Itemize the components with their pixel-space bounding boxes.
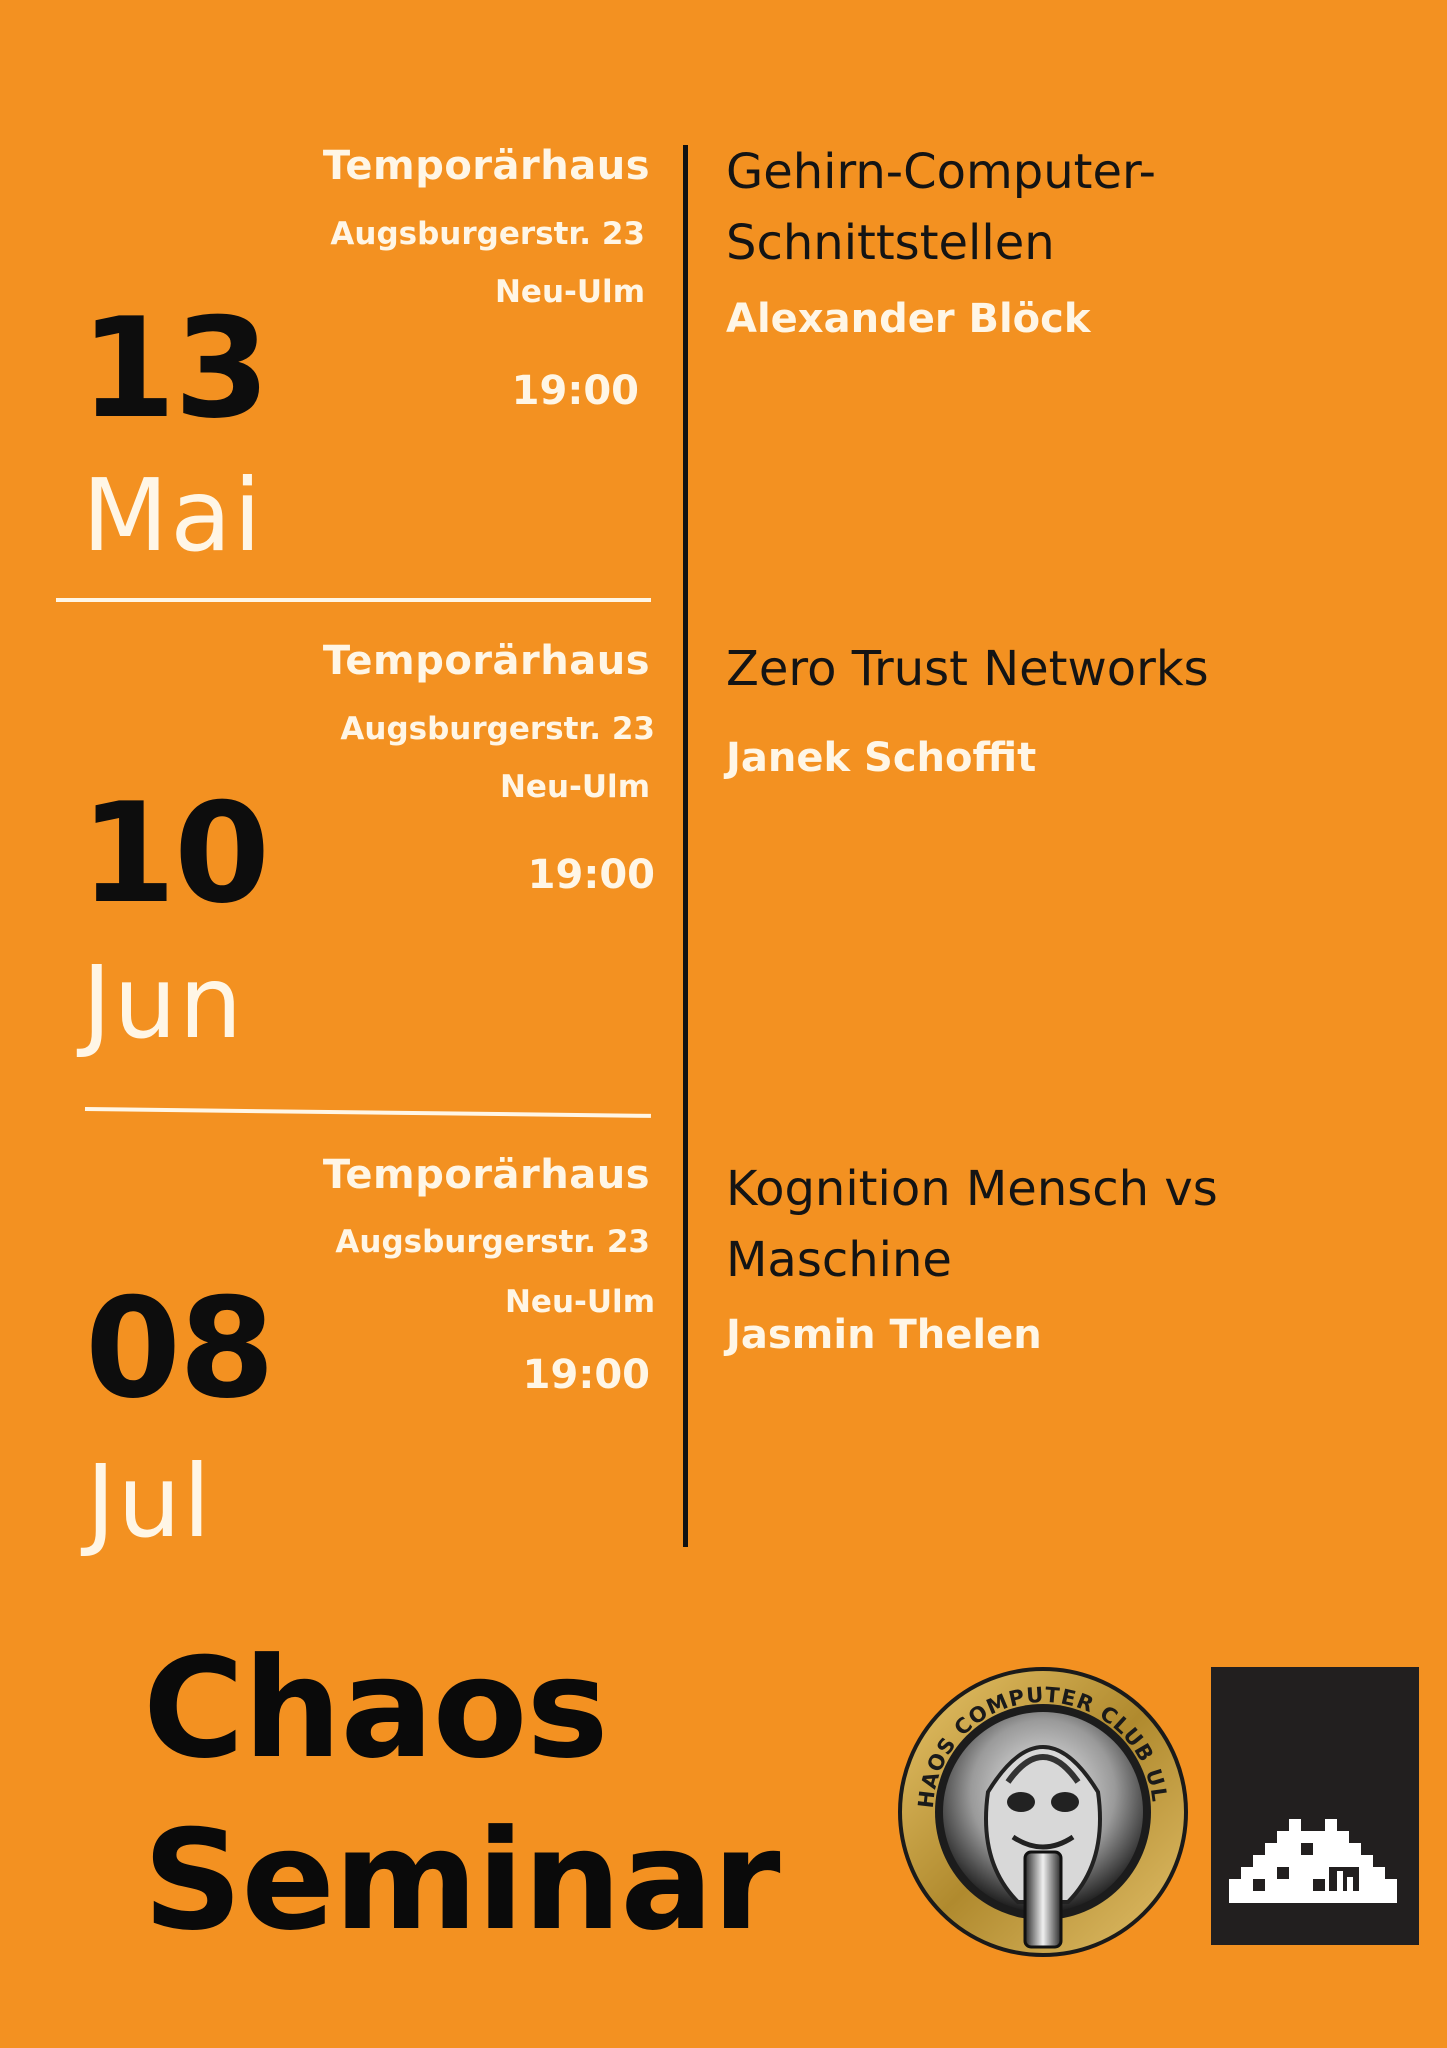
- horizontal-divider: [56, 598, 651, 602]
- event-time: 19:00: [511, 368, 639, 414]
- event-day: 10: [80, 773, 270, 934]
- event-time: 19:00: [527, 852, 655, 898]
- footer-title-line1: Chaos: [143, 1628, 609, 1789]
- event-city: Neu-Ulm: [494, 274, 645, 310]
- poster: Temporärhaus Augsburgerstr. 23 Neu-Ulm 1…: [0, 0, 1447, 2048]
- event-city: Neu-Ulm: [504, 1284, 655, 1320]
- event-street: Augsburgerstr. 23: [335, 1224, 650, 1260]
- vertical-divider: [683, 145, 688, 1547]
- pixel-logo: [1211, 1667, 1419, 1945]
- event-speaker: Janek Schoffit: [726, 735, 1037, 781]
- event-speaker: Jasmin Thelen: [726, 1312, 1042, 1358]
- event-venue: Temporärhaus: [322, 143, 650, 189]
- event-street: Augsburgerstr. 23: [340, 711, 655, 747]
- pixel-pyramid-icon: [1229, 1819, 1397, 1903]
- event-month: Mai: [82, 457, 264, 574]
- event-venue: Temporärhaus: [322, 638, 650, 684]
- event-street: Augsburgerstr. 23: [330, 216, 645, 252]
- event-speaker: Alexander Blöck: [726, 296, 1091, 342]
- event-title: Kognition Mensch vs Maschine: [726, 1161, 1218, 1288]
- event-city: Neu-Ulm: [499, 769, 650, 805]
- event-venue: Temporärhaus: [322, 1152, 650, 1198]
- ccc-ulm-logo: CHAOS COMPUTER CLUB ULM: [893, 1662, 1188, 1957]
- event-title: Zero Trust Networks: [726, 641, 1209, 697]
- event-month: Jul: [86, 1443, 213, 1560]
- event-day: 13: [80, 288, 270, 449]
- event-title: Gehirn-Computer-Schnittstellen: [726, 144, 1156, 271]
- event-day: 08: [85, 1268, 275, 1429]
- event-month: Jun: [82, 944, 245, 1061]
- horizontal-divider: [84, 1107, 651, 1118]
- event-time: 19:00: [522, 1352, 650, 1398]
- footer-title-line2: Seminar: [143, 1800, 781, 1961]
